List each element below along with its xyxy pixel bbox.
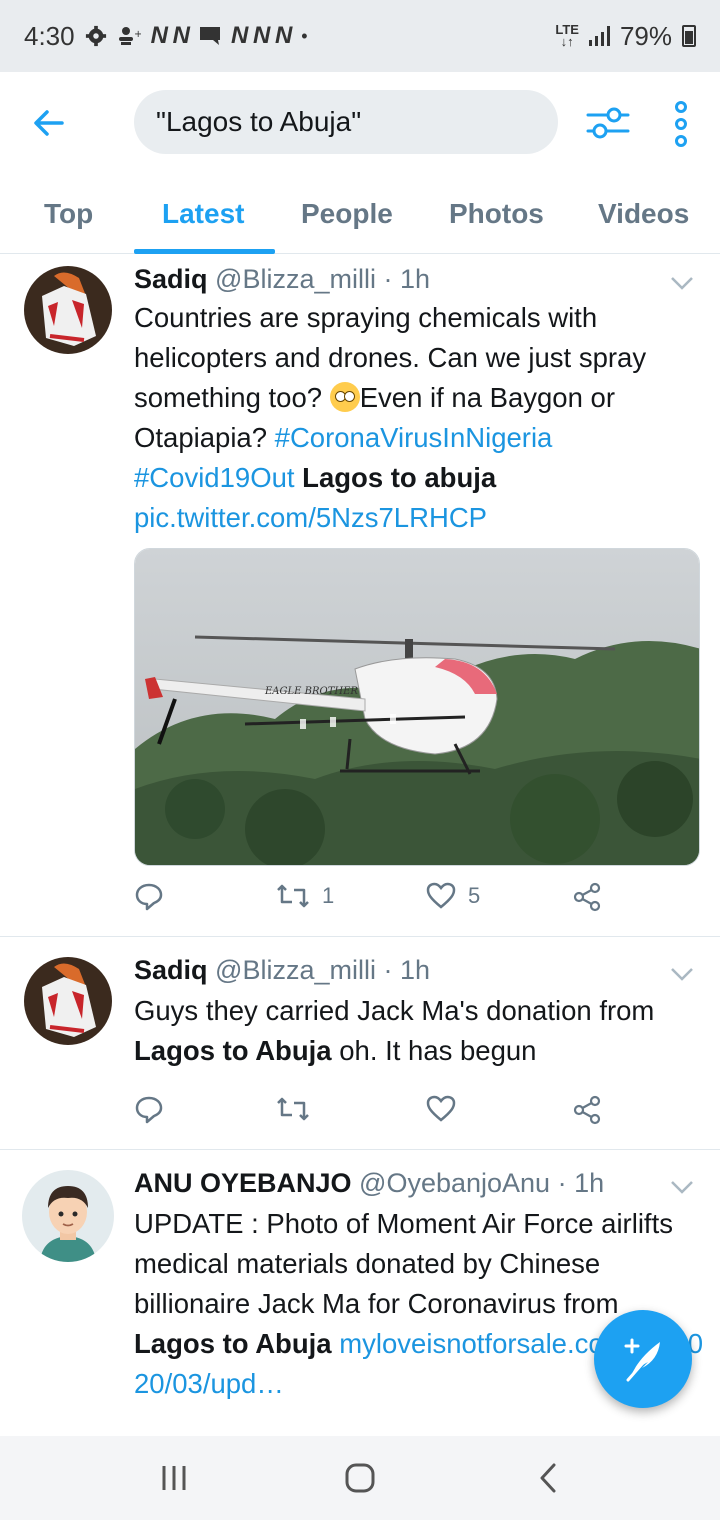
like-button[interactable]: 5: [426, 882, 480, 910]
hashtag-link[interactable]: #CoronaVirusInNigeria: [275, 422, 553, 453]
user-name[interactable]: Sadiq: [134, 955, 208, 985]
like-button[interactable]: [426, 1095, 456, 1123]
tweet-time: · 1h: [383, 955, 431, 985]
sliders-icon[interactable]: [586, 104, 630, 142]
status-left: 4:30 + N N N N N •: [24, 21, 308, 52]
back-icon[interactable]: [530, 1460, 566, 1496]
reply-button[interactable]: [134, 1095, 164, 1125]
share-icon: [573, 882, 601, 912]
like-count: 5: [468, 883, 481, 908]
tweet-actions: [134, 1095, 614, 1135]
face-with-rolling-eyes-icon: [329, 382, 360, 412]
avatar[interactable]: [24, 957, 112, 1045]
chevron-down-icon[interactable]: [670, 967, 694, 981]
chevron-down-icon[interactable]: [670, 1180, 694, 1194]
search-highlight: Lagos to abuja: [302, 462, 497, 493]
tweet-time: · 1h: [557, 1168, 605, 1198]
helicopter-photo: EAGLE BROTHER: [135, 549, 699, 865]
image-text: EAGLE BROTHER: [264, 686, 358, 697]
tweet-item[interactable]: Sadiq @Blizza_milli · 1h Guys they carri…: [0, 937, 720, 1150]
avatar[interactable]: [24, 266, 112, 354]
retweet-button[interactable]: [276, 1095, 310, 1123]
user-name[interactable]: Sadiq: [134, 264, 208, 294]
search-highlight: Lagos to Abuja: [134, 1035, 332, 1066]
search-header: "Lagos to Abuja": [0, 72, 720, 172]
person-add-icon: +: [118, 27, 141, 45]
tab-latest[interactable]: Latest: [162, 198, 244, 230]
tab-videos[interactable]: Videos: [598, 198, 689, 230]
hashtag-link[interactable]: #Covid19Out: [134, 462, 295, 493]
tweet-text: Countries are spraying chemicals with he…: [134, 298, 704, 538]
gear-icon: [85, 25, 106, 47]
status-time: 4:30: [24, 20, 75, 51]
tab-people[interactable]: People: [301, 198, 393, 230]
share-icon: [573, 1095, 601, 1125]
system-navigation-bar: [0, 1436, 720, 1520]
message-icon: [199, 27, 220, 45]
recent-apps-icon[interactable]: [156, 1460, 192, 1496]
tab-photos[interactable]: Photos: [449, 198, 544, 230]
more-vertical-icon[interactable]: [670, 100, 692, 148]
n-notification-icon: N N N: [230, 22, 292, 49]
user-name[interactable]: ANU OYEBANJO: [134, 1168, 352, 1198]
compose-tweet-icon: [624, 1338, 660, 1382]
tweet-actions: 1 5: [134, 882, 614, 922]
user-handle: @Blizza_milli: [215, 264, 376, 294]
share-button[interactable]: [572, 882, 602, 912]
retweet-count: 1: [322, 883, 335, 908]
tweet-header: ANU OYEBANJO @OyebanjoAnu · 1h: [134, 1168, 604, 1199]
pic-link[interactable]: pic.twitter.com/5Nzs7LRHCP: [134, 502, 487, 533]
heart-icon: [426, 1095, 456, 1122]
search-tabs: Top Latest People Photos Videos: [0, 172, 720, 254]
share-button[interactable]: [572, 1095, 602, 1125]
dot-icon: •: [301, 25, 308, 46]
lte-icon: LTE ↓↑: [555, 22, 579, 49]
tweet-photo[interactable]: EAGLE BROTHER: [134, 548, 700, 866]
tweet-text-part: oh. It has begun: [331, 1035, 537, 1066]
retweet-icon: [277, 1097, 309, 1121]
tweet-item[interactable]: Sadiq @Blizza_milli · 1h Countries are s…: [0, 254, 720, 937]
status-right: LTE ↓↑ 79%: [555, 21, 696, 52]
n-notification-icon: N N: [150, 22, 190, 49]
user-handle: @Blizza_milli: [215, 955, 376, 985]
status-bar: 4:30 + N N N N N • LTE ↓↑ 79%: [0, 0, 720, 72]
tweet-text-part: UPDATE : Photo of Moment Air Force airli…: [134, 1208, 673, 1319]
tweet-text: Guys they carried Jack Ma's donation fro…: [134, 991, 704, 1071]
avatar[interactable]: [22, 1170, 114, 1262]
arrow-left-icon[interactable]: [32, 106, 66, 140]
signal-icon: [588, 26, 610, 46]
user-handle: @OyebanjoAnu: [359, 1168, 551, 1198]
search-highlight: Lagos to Abuja: [134, 1328, 332, 1359]
tweet-time: · 1h: [383, 264, 431, 294]
tweet-header: Sadiq @Blizza_milli · 1h: [134, 264, 430, 295]
chevron-down-icon[interactable]: [670, 276, 694, 290]
tweet-text-part: Guys they carried Jack Ma's donation fro…: [134, 995, 655, 1026]
home-icon[interactable]: [342, 1460, 378, 1496]
battery-percent: 79%: [619, 20, 672, 51]
svg-text:+: +: [134, 29, 141, 40]
tweet-header: Sadiq @Blizza_milli · 1h: [134, 955, 430, 986]
search-query: "Lagos to Abuja": [156, 106, 362, 137]
battery-icon: [682, 25, 696, 47]
tab-top[interactable]: Top: [44, 198, 93, 230]
reply-icon: [135, 1096, 163, 1124]
reply-button[interactable]: [134, 882, 164, 912]
compose-tweet-button[interactable]: [594, 1310, 692, 1408]
search-input[interactable]: "Lagos to Abuja": [134, 90, 558, 154]
retweet-button[interactable]: 1: [276, 882, 334, 910]
retweet-icon: [277, 884, 309, 908]
heart-icon: [426, 882, 456, 909]
reply-icon: [135, 883, 163, 911]
